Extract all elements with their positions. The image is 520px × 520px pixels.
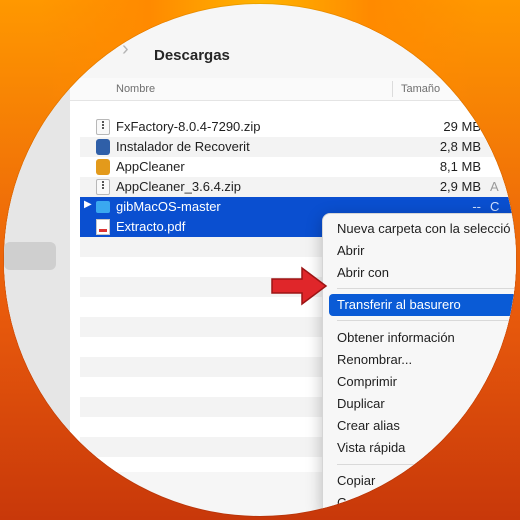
disclosure-triangle-icon[interactable]: ▶ bbox=[84, 199, 92, 210]
file-name: Instalador de Recoverit bbox=[116, 139, 250, 154]
file-size: 2,9 MB bbox=[439, 179, 481, 194]
screenshot-frame: › Descargas Nombre Tamaño FxFactory-8.0.… bbox=[0, 0, 520, 520]
file-name: AppCleaner_3.6.4.zip bbox=[116, 179, 242, 194]
file-row[interactable]: Instalador de Recoverit 2,8 MB bbox=[80, 137, 516, 157]
finder-toolbar bbox=[70, 22, 516, 79]
window-title: Descargas bbox=[154, 47, 230, 64]
menu-separator bbox=[337, 320, 516, 321]
menu-separator bbox=[337, 288, 516, 289]
zip-file-icon bbox=[96, 179, 110, 195]
circular-crop: › Descargas Nombre Tamaño FxFactory-8.0.… bbox=[4, 4, 516, 516]
finder-sidebar bbox=[4, 22, 70, 472]
menu-item-new-folder[interactable]: Nueva carpeta con la selecció bbox=[329, 218, 516, 240]
file-row[interactable]: FxFactory-8.0.4-7290.zip 29 MB bbox=[80, 117, 516, 137]
menu-item-rename[interactable]: Renombrar... bbox=[329, 349, 516, 371]
forward-chevron-icon[interactable]: › bbox=[122, 38, 129, 61]
file-name: AppCleaner bbox=[116, 159, 185, 174]
file-row[interactable]: AppCleaner 8,1 MB bbox=[80, 157, 516, 177]
column-divider[interactable] bbox=[392, 81, 393, 97]
file-size: 8,1 MB bbox=[439, 159, 481, 174]
sidebar-selected-item[interactable] bbox=[4, 242, 56, 270]
menu-item-open-with[interactable]: Abrir con bbox=[329, 262, 516, 284]
context-menu: Nueva carpeta con la selecció Abrir Abri… bbox=[322, 213, 516, 515]
file-size: 2,8 MB bbox=[439, 139, 481, 154]
file-kind: A bbox=[490, 179, 499, 194]
file-size: 29 MB bbox=[443, 119, 481, 134]
menu-item-move-to-trash[interactable]: Transferir al basurero bbox=[329, 294, 516, 316]
menu-item-duplicate[interactable]: Duplicar bbox=[329, 393, 516, 415]
folder-icon bbox=[96, 201, 110, 213]
menu-item-quick-look[interactable]: Vista rápida bbox=[329, 437, 516, 459]
menu-item-copy[interactable]: Copiar bbox=[329, 470, 516, 492]
menu-item-open[interactable]: Abrir bbox=[329, 240, 516, 262]
file-name: FxFactory-8.0.4-7290.zip bbox=[116, 119, 261, 134]
menu-item-partial[interactable]: Co bbox=[329, 492, 516, 514]
menu-item-compress[interactable]: Comprimir bbox=[329, 371, 516, 393]
file-kind: C bbox=[490, 199, 500, 214]
app-icon bbox=[96, 159, 110, 175]
red-arrow-icon bbox=[271, 266, 328, 306]
file-row[interactable]: AppCleaner_3.6.4.zip 2,9 MB A bbox=[80, 177, 516, 197]
file-name: gibMacOS-master bbox=[116, 199, 221, 214]
menu-item-make-alias[interactable]: Crear alias bbox=[329, 415, 516, 437]
file-name: Extracto.pdf bbox=[116, 219, 186, 234]
column-name[interactable]: Nombre bbox=[116, 83, 155, 95]
menu-item-get-info[interactable]: Obtener información bbox=[329, 327, 516, 349]
column-header: Nombre Tamaño bbox=[70, 78, 516, 101]
installer-icon bbox=[96, 139, 110, 155]
column-size[interactable]: Tamaño bbox=[401, 83, 440, 95]
menu-separator bbox=[337, 464, 516, 465]
zip-file-icon bbox=[96, 119, 110, 135]
file-size: -- bbox=[472, 199, 481, 214]
pdf-file-icon bbox=[96, 219, 110, 235]
